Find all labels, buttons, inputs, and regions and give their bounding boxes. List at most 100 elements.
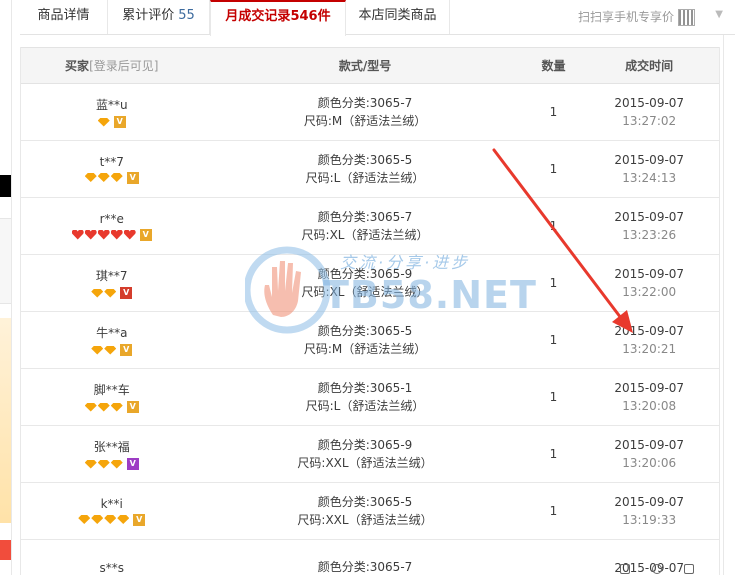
header-qty: 数量 bbox=[541, 59, 566, 73]
tab-label: 本店同类商品 bbox=[358, 8, 437, 23]
diamond-icon bbox=[84, 173, 97, 182]
scan-text: 扫扫享手机专享价 bbox=[577, 10, 674, 24]
time-cell: 2015-09-07 13:20:08 bbox=[579, 379, 719, 415]
buyer-credit-badges: V bbox=[84, 171, 139, 184]
reviews-count: 55 bbox=[178, 8, 195, 23]
deal-date: 2015-09-07 bbox=[614, 324, 685, 338]
buyer-cell: 蓝**u V bbox=[21, 96, 202, 128]
vip-level-icon: V bbox=[133, 513, 146, 526]
size-variant: 尺码:M（舒适法兰绒） bbox=[303, 342, 427, 356]
buyer-cell: 牛**a V bbox=[21, 324, 202, 356]
diamond-icon bbox=[91, 515, 104, 524]
size-variant: 尺码:XL（舒适法兰绒） bbox=[301, 285, 429, 299]
time-cell: 2015-09-07 13:23:26 bbox=[579, 208, 719, 244]
table-row: s**s 颜色分类:3065-7 2015-09-07 bbox=[21, 540, 719, 575]
deal-time: 13:19:33 bbox=[622, 513, 677, 527]
buyer-credit-badges: V bbox=[84, 401, 139, 413]
color-variant: 颜色分类:3065-7 bbox=[317, 560, 413, 574]
time-cell: 2015-09-07 13:27:02 bbox=[579, 94, 719, 130]
diamond-icon bbox=[104, 345, 117, 355]
table-row: 蓝**u V 颜色分类:3065-7 尺码:M（舒适法兰绒） 1 2015-09-07 13… bbox=[21, 84, 719, 141]
diamond-icon bbox=[84, 402, 97, 412]
quantity-cell: 1 bbox=[549, 276, 558, 290]
table-row: 琪**7 V 颜色分类:3065-9 尺码:XL（舒适法兰绒） 1 2015-09-07 1… bbox=[21, 255, 719, 312]
heart-icon bbox=[85, 230, 97, 240]
buyer-name: r**e bbox=[99, 211, 124, 226]
deal-date: 2015-09-07 bbox=[614, 438, 685, 452]
table-row: 脚**车 V 颜色分类:3065-1 尺码:L（舒适法兰绒） 1 2015-09-07 13… bbox=[21, 369, 719, 426]
quantity-cell: 1 bbox=[549, 504, 558, 518]
table-body: 蓝**u V 颜色分类:3065-7 尺码:M（舒适法兰绒） 1 2015-09-07 13… bbox=[21, 84, 719, 575]
color-variant: 颜色分类:3065-5 bbox=[317, 153, 413, 167]
quantity-cell: 1 bbox=[549, 390, 558, 404]
time-cell: 2015-09-07 13:24:13 bbox=[579, 151, 719, 187]
heart-icon bbox=[124, 230, 136, 240]
buyer-name: 蓝**u bbox=[95, 98, 128, 112]
table-row: 牛**a V 颜色分类:3065-5 尺码:M（舒适法兰绒） 1 2015-09-07 13… bbox=[21, 312, 719, 369]
diamond-icon bbox=[97, 459, 110, 469]
buyer-credit-badges: V bbox=[72, 228, 152, 241]
buyer-cell: 琪**7 V bbox=[21, 267, 202, 299]
time-cell: 2015-09-07 13:19:33 bbox=[579, 493, 719, 529]
diamond-icon bbox=[117, 515, 130, 524]
refresh-icon[interactable] bbox=[652, 563, 662, 574]
color-variant: 颜色分类:3065-9 bbox=[317, 438, 413, 452]
deal-time: 13:20:21 bbox=[622, 342, 677, 356]
diamond-icon bbox=[97, 117, 110, 127]
vip-level-icon: V bbox=[126, 458, 139, 470]
page-right-edge bbox=[723, 0, 735, 575]
deal-time: 13:20:08 bbox=[622, 399, 677, 413]
quantity-cell: 1 bbox=[549, 162, 558, 176]
color-variant: 颜色分类:3065-5 bbox=[317, 324, 413, 338]
color-variant: 颜色分类:3065-7 bbox=[317, 96, 413, 110]
quantity-cell: 1 bbox=[549, 219, 558, 233]
diamond-icon bbox=[104, 288, 117, 298]
vip-level-icon: V bbox=[126, 401, 139, 413]
chevron-down-icon[interactable]: ▼ bbox=[715, 9, 723, 20]
diamond-icon bbox=[97, 173, 110, 182]
tab-similar-products[interactable]: 本店同类商品 bbox=[346, 0, 450, 34]
deal-date: 2015-09-07 bbox=[614, 210, 685, 224]
tab-reviews[interactable]: 累计评价 55 bbox=[108, 0, 210, 34]
table-row: t**7 V 颜色分类:3065-5 尺码:L（舒适法兰绒） 1 2015-09-07 13… bbox=[21, 141, 719, 198]
scan-mobile-price[interactable]: 扫扫享手机专享价 bbox=[578, 0, 695, 34]
deal-time: 13:22:00 bbox=[622, 285, 677, 299]
diamond-icon bbox=[104, 515, 117, 524]
left-gray-block bbox=[0, 218, 11, 304]
page-icon[interactable] bbox=[620, 563, 630, 574]
vip-level-icon: V bbox=[113, 116, 126, 128]
diamond-icon bbox=[110, 173, 123, 182]
heart-icon bbox=[72, 230, 84, 240]
buyer-name: 琪**7 bbox=[95, 269, 128, 283]
size-variant: 尺码:M（舒适法兰绒） bbox=[303, 114, 427, 128]
size-variant: 尺码:L（舒适法兰绒） bbox=[305, 399, 425, 413]
share-icon[interactable] bbox=[684, 563, 694, 574]
deal-date: 2015-09-07 bbox=[614, 267, 685, 281]
style-cell: 颜色分类:3065-7 bbox=[202, 559, 527, 575]
buyer-cell: s**s bbox=[21, 561, 202, 575]
table-row: k**i V 颜色分类:3065-5 尺码:XXL（舒适法兰绒） 1 2015-09-07… bbox=[21, 483, 719, 540]
tab-monthly-records[interactable]: 月成交记录546件 bbox=[210, 0, 346, 36]
tab-product-detail[interactable]: 商品详情 bbox=[20, 0, 108, 34]
buyer-credit-badges: V bbox=[97, 116, 126, 128]
style-cell: 颜色分类:3065-5 尺码:XXL（舒适法兰绒） bbox=[202, 494, 527, 528]
diamond-icon bbox=[97, 402, 110, 412]
color-variant: 颜色分类:3065-9 bbox=[317, 267, 413, 281]
heart-icon bbox=[111, 230, 123, 240]
buyer-cell: 张**福 V bbox=[21, 438, 202, 470]
diamond-icon bbox=[91, 345, 104, 355]
tab-label: 月成交记录 bbox=[225, 9, 291, 24]
color-variant: 颜色分类:3065-5 bbox=[317, 495, 413, 509]
time-cell: 2015-09-07 13:22:00 bbox=[579, 265, 719, 301]
color-variant: 颜色分类:3065-1 bbox=[317, 381, 413, 395]
records-count: 546件 bbox=[290, 9, 331, 24]
diamond-icon bbox=[110, 459, 123, 469]
style-cell: 颜色分类:3065-7 尺码:M（舒适法兰绒） bbox=[202, 95, 527, 129]
transaction-table: 买家[登录后可见] 款式/型号 数量 成交时间 蓝**u V 颜色分类:3065-7… bbox=[20, 47, 720, 575]
login-hint[interactable]: [登录后可见] bbox=[89, 59, 158, 73]
buyer-credit-badges: V bbox=[78, 513, 146, 526]
buyer-name: t**7 bbox=[99, 154, 124, 169]
buyer-name: 牛**a bbox=[96, 326, 128, 340]
style-cell: 颜色分类:3065-5 尺码:L（舒适法兰绒） bbox=[202, 152, 527, 186]
diamond-icon bbox=[78, 515, 91, 524]
